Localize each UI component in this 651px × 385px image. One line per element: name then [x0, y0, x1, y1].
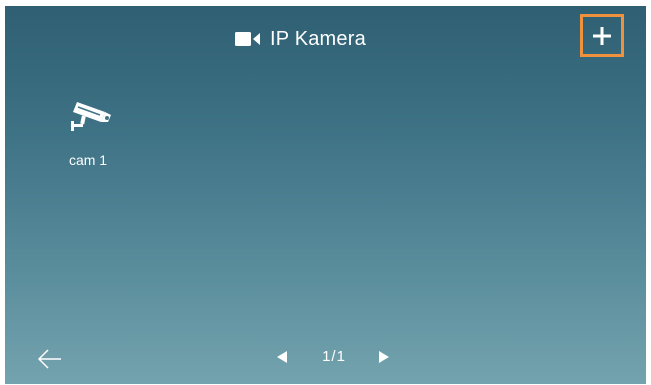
arrow-left-icon — [37, 349, 63, 369]
triangle-left-icon — [277, 351, 287, 363]
page-title-group: IP Kamera — [235, 26, 366, 52]
camera-label: cam 1 — [68, 152, 108, 168]
next-page-button[interactable] — [376, 349, 392, 365]
ip-camera-screen: IP Kamera cam 1 1/1 — [5, 6, 646, 384]
page-indicator: 1/1 — [322, 348, 346, 365]
pagination: 1/1 — [270, 344, 400, 370]
header-bar: IP Kamera — [5, 6, 646, 70]
camera-tile[interactable]: cam 1 — [55, 96, 121, 172]
plus-icon — [592, 26, 612, 46]
back-button[interactable] — [35, 346, 65, 372]
add-camera-button[interactable] — [580, 14, 624, 57]
security-camera-icon — [69, 98, 115, 132]
page-title: IP Kamera — [270, 28, 366, 50]
video-camera-icon — [235, 31, 261, 47]
triangle-right-icon — [379, 351, 389, 363]
previous-page-button[interactable] — [274, 349, 290, 365]
